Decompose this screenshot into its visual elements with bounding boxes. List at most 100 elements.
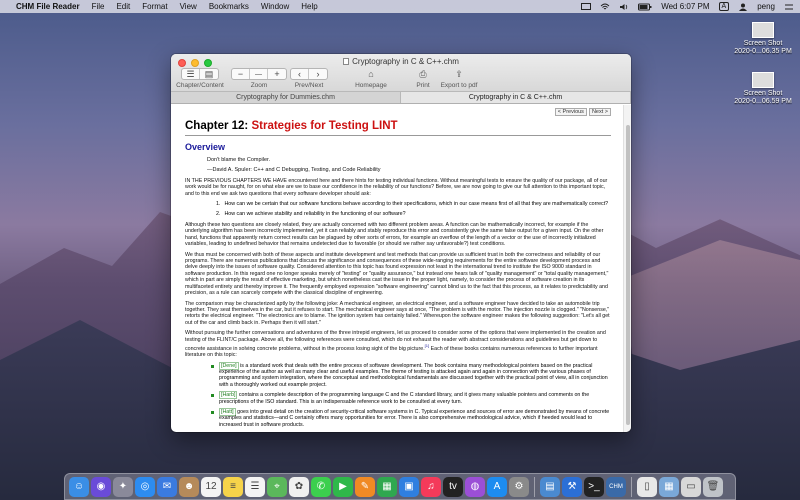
- volume-icon[interactable]: [619, 3, 629, 11]
- xcode-icon[interactable]: ⚒: [562, 476, 582, 497]
- epigraph: Don't blame the Compiler.: [207, 157, 271, 163]
- menu-app-name[interactable]: CHM File Reader: [16, 2, 80, 11]
- dock-separator: [631, 476, 632, 497]
- photos-icon[interactable]: ✿: [289, 476, 309, 497]
- list-item: 2. How can we achieve stability and reli…: [216, 210, 406, 217]
- finder-icon[interactable]: ☺: [69, 476, 89, 497]
- terminal-icon[interactable]: >_: [584, 476, 604, 497]
- settings-icon[interactable]: ⚙: [509, 476, 529, 497]
- export-pdf-icon[interactable]: ⇪: [449, 68, 469, 80]
- screen-mirroring-icon[interactable]: [581, 2, 592, 11]
- home-icon[interactable]: ⌂: [361, 68, 381, 80]
- menu-window[interactable]: Window: [261, 2, 289, 11]
- menu-view[interactable]: View: [180, 2, 197, 11]
- mail-icon[interactable]: ✉: [157, 476, 177, 497]
- wifi-icon[interactable]: [600, 3, 610, 11]
- previous-link[interactable]: < Previous: [554, 108, 587, 116]
- prev-button[interactable]: ‹: [291, 69, 309, 79]
- prevnext-label: Prev/Next: [294, 82, 324, 89]
- scroll-thumb[interactable]: [626, 125, 630, 425]
- list-item: 1. How can we be certain that our softwa…: [216, 201, 609, 208]
- toolbar-toc-group: ☰ ▤ Chapter/Content: [175, 68, 225, 89]
- toolbar-export-group: ⇪ Export to pdf: [437, 68, 481, 90]
- desktop-file-screenshot-2[interactable]: Screen Shot 2020-0...06.59 PM: [728, 72, 798, 106]
- toc-label: Chapter/Content: [176, 82, 224, 89]
- divider: [185, 135, 611, 136]
- menu-edit[interactable]: Edit: [116, 2, 130, 11]
- safari-icon[interactable]: ◎: [135, 476, 155, 497]
- podcasts-icon[interactable]: ◍: [465, 476, 485, 497]
- document-content[interactable]: < Previous Next > Chapter 12: Strategies …: [171, 105, 623, 432]
- window-titlebar[interactable]: Cryptography in C & C++.chm ☰ ▤ Chapter/…: [171, 54, 631, 92]
- messages-icon[interactable]: ✆: [311, 476, 331, 497]
- paragraph: We thus must be concerned with both of t…: [185, 251, 609, 297]
- reminders-icon[interactable]: ☰: [245, 476, 265, 497]
- preview-icon[interactable]: ▤: [540, 476, 560, 497]
- menu-clock[interactable]: Wed 6:07 PM: [661, 2, 709, 11]
- zoom-label: Zoom: [250, 82, 268, 89]
- toolbar: ☰ ▤ Chapter/Content − — + Zoom ‹ › Prev/…: [171, 67, 631, 91]
- trash-icon[interactable]: 🗑: [703, 476, 723, 497]
- paragraph: Although these two questions are closely…: [185, 222, 604, 248]
- desktop-file-screenshot-1[interactable]: Screen Shot 2020-0...06.35 PM: [728, 22, 798, 56]
- numbers-icon[interactable]: ▦: [377, 476, 397, 497]
- chm-reader-window: Cryptography in C & C++.chm ☰ ▤ Chapter/…: [171, 54, 631, 432]
- zoom-in-button[interactable]: +: [268, 69, 286, 79]
- notes-icon[interactable]: ≡: [223, 476, 243, 497]
- tv-icon[interactable]: tv: [443, 476, 463, 497]
- toolbar-homepage-group: ⌂ Homepage: [349, 68, 393, 89]
- downloads-icon[interactable]: ▦: [659, 476, 679, 497]
- launchpad-icon[interactable]: ✦: [113, 476, 133, 497]
- keynote-icon[interactable]: ▣: [399, 476, 419, 497]
- tab-bar: Cryptography for Dummies.chm Cryptograph…: [171, 92, 631, 104]
- toolbar-zoom-group: − — + Zoom: [229, 68, 289, 89]
- menu-bar: CHM File Reader File Edit Format View Bo…: [0, 0, 800, 13]
- chm-reader-icon[interactable]: CHM: [606, 476, 626, 497]
- pages-icon[interactable]: ✎: [355, 476, 375, 497]
- export-label: Export to pdf: [440, 82, 478, 89]
- content-grid-icon[interactable]: ▤: [200, 69, 218, 79]
- menu-user-name[interactable]: peng: [757, 2, 775, 11]
- zoom-out-button[interactable]: −: [232, 69, 250, 79]
- menu-bookmarks[interactable]: Bookmarks: [209, 2, 249, 11]
- homepage-label: Homepage: [355, 82, 387, 89]
- siri-icon[interactable]: ◉: [91, 476, 111, 497]
- menu-help[interactable]: Help: [301, 2, 317, 11]
- vertical-scrollbar[interactable]: [623, 105, 631, 432]
- window-title: Cryptography in C & C++.chm: [171, 57, 631, 66]
- control-center-icon[interactable]: [784, 3, 794, 11]
- document-icon[interactable]: ▯: [637, 476, 657, 497]
- maps-icon[interactable]: ⌖: [267, 476, 287, 497]
- appstore-icon[interactable]: A: [487, 476, 507, 497]
- menu-file[interactable]: File: [92, 2, 105, 11]
- input-source-icon[interactable]: A: [718, 2, 730, 11]
- menu-format[interactable]: Format: [142, 2, 167, 11]
- chapter-heading: Chapter 12: Strategies for Testing LINT: [185, 120, 398, 132]
- section-heading: Overview: [185, 142, 226, 152]
- zoom-reset-button[interactable]: —: [250, 69, 268, 79]
- desktop-file-name: Screen Shot 2020-0...06.59 PM: [734, 90, 792, 105]
- paragraph: Without pursuing the further conversatio…: [185, 330, 606, 359]
- battery-icon[interactable]: [638, 3, 652, 11]
- paragraph: IN THE PREVIOUS CHAPTERS WE HAVE encount…: [185, 178, 608, 197]
- list-item: [Dene] is a standard work that deals wit…: [211, 361, 611, 389]
- epigraph-attribution: —David A. Spuler: C++ and C Debugging, T…: [207, 167, 381, 173]
- print-icon[interactable]: ⎙: [413, 68, 433, 80]
- next-button[interactable]: ›: [309, 69, 327, 79]
- contacts-icon[interactable]: ☻: [179, 476, 199, 497]
- chapter-title: Strategies for Testing LINT: [251, 120, 398, 132]
- tab-cryptography-for-dummies[interactable]: Cryptography for Dummies.chm: [171, 92, 401, 103]
- next-link[interactable]: Next >: [588, 108, 611, 116]
- music-icon[interactable]: ♫: [421, 476, 441, 497]
- toc-list-icon[interactable]: ☰: [182, 69, 200, 79]
- facetime-icon[interactable]: ▶: [333, 476, 353, 497]
- list-item: [Hatt] goes into great detail on the cre…: [211, 407, 610, 428]
- toolbar-prevnext-group: ‹ › Prev/Next: [289, 68, 329, 89]
- calendar-icon[interactable]: 12: [201, 476, 221, 497]
- desktop-file-name: Screen Shot 2020-0...06.35 PM: [734, 40, 792, 55]
- paragraph: The comparison may be characterized aptl…: [185, 300, 610, 326]
- screenshot-thumbnail-icon: [752, 22, 774, 38]
- screenshot-icon[interactable]: ▭: [681, 476, 701, 497]
- user-icon[interactable]: [738, 3, 748, 11]
- tab-cryptography-in-c[interactable]: Cryptography in C & C++.chm: [401, 92, 631, 103]
